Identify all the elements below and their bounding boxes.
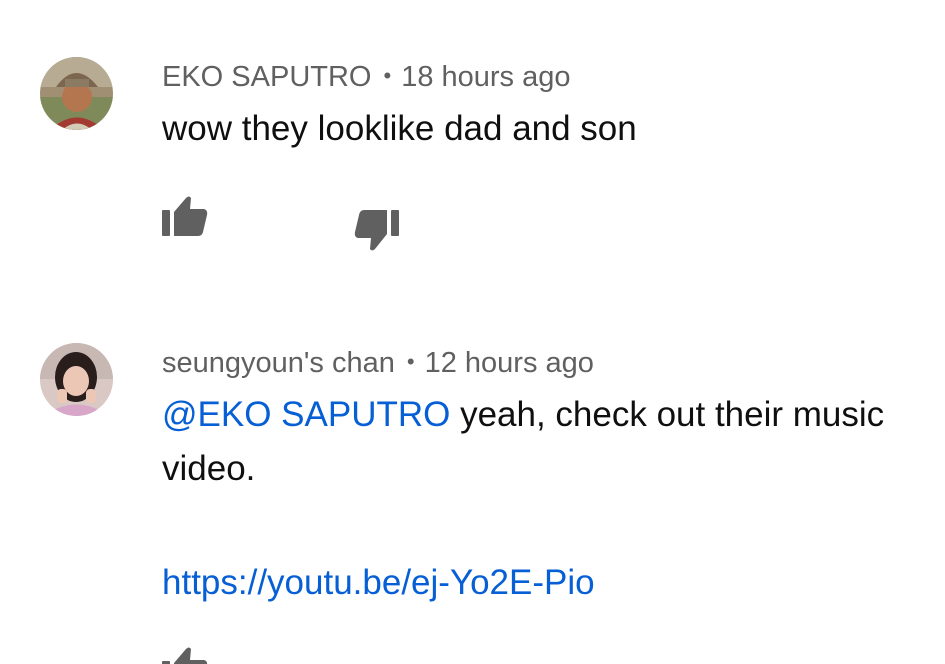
comment-meta: EKO SAPUTRO • 18 hours ago [162, 58, 571, 95]
comment-link-line: https://youtu.be/ej-Yo2E-Pio [162, 556, 922, 610]
meta-separator: • [383, 63, 392, 88]
comment-text: @EKO SAPUTRO yeah, check out their music… [162, 388, 922, 496]
thumb-up-icon [162, 647, 208, 664]
comment-item: EKO SAPUTRO • 18 hours ago wow they lookli… [0, 0, 945, 300]
avatar[interactable] [40, 57, 113, 130]
author-name[interactable]: EKO SAPUTRO [162, 61, 372, 93]
dislike-button[interactable] [353, 206, 403, 256]
like-button[interactable] [160, 192, 210, 242]
comment-timestamp[interactable]: 18 hours ago [401, 61, 570, 93]
thumb-down-icon [354, 210, 399, 251]
comment-timestamp[interactable]: 12 hours ago [425, 347, 594, 379]
like-button[interactable] [160, 643, 210, 664]
avatar-image [40, 57, 113, 130]
author-name[interactable]: seungyoun's chan [162, 347, 395, 379]
comments-screen: EKO SAPUTRO • 18 hours ago wow they lookli… [0, 0, 945, 664]
comment-text-content: wow they looklike dad and son [162, 109, 637, 148]
url-link[interactable]: https://youtu.be/ej-Yo2E-Pio [162, 563, 595, 602]
thumb-up-icon [162, 196, 208, 236]
comment-meta: seungyoun's chan • 12 hours ago [162, 344, 594, 381]
comment-text: wow they looklike dad and son [162, 102, 922, 156]
meta-separator: • [406, 349, 415, 374]
comment-item: seungyoun's chan • 12 hours ago @EKO SAPUT… [0, 300, 945, 664]
mention-link[interactable]: @EKO SAPUTRO [162, 395, 450, 434]
avatar-image [40, 343, 113, 416]
avatar[interactable] [40, 343, 113, 416]
